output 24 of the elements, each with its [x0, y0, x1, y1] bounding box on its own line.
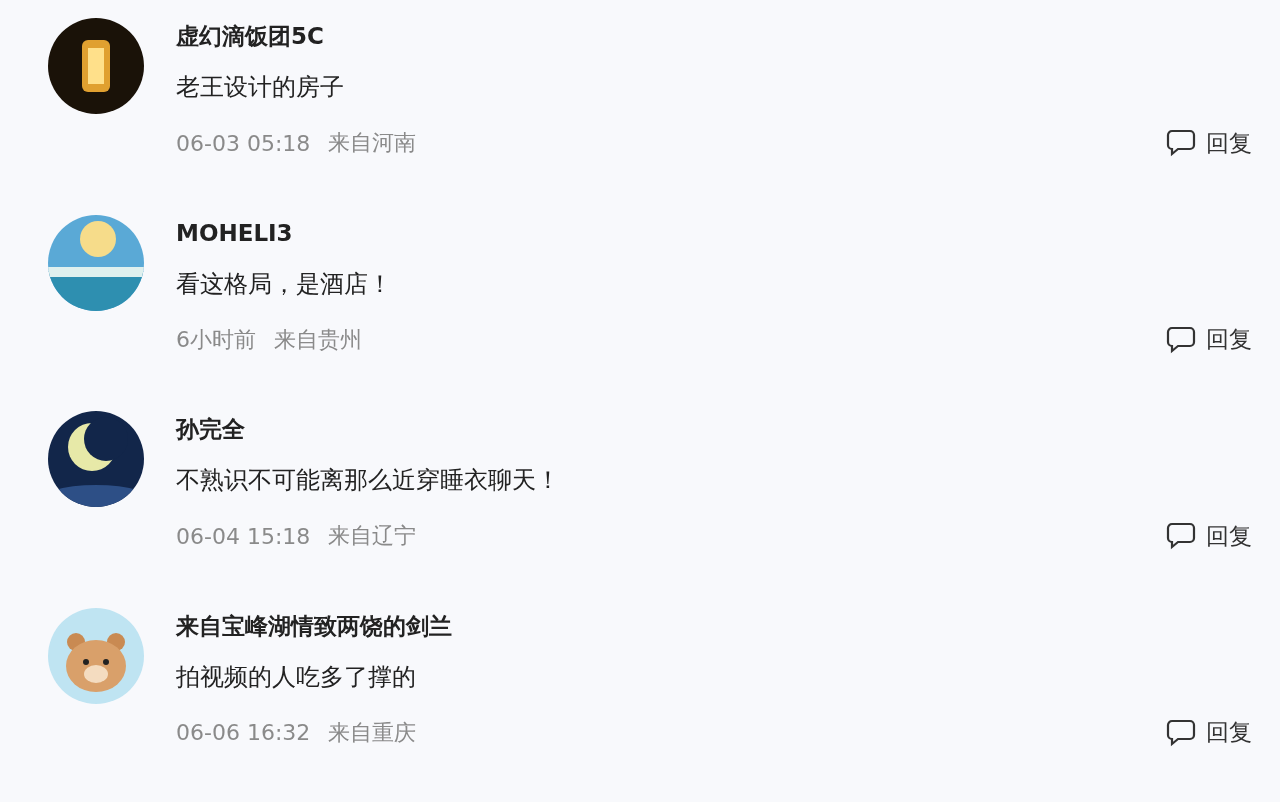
comment-bubble-icon [1166, 718, 1196, 747]
comment-location: 来自贵州 [274, 325, 362, 354]
reply-button[interactable]: 回复 [1166, 127, 1252, 159]
reply-button[interactable]: 回复 [1166, 324, 1252, 355]
reply-button[interactable]: 回复 [1166, 717, 1252, 748]
comment-text: 不熟识不可能离那么近穿睡衣聊天！ [176, 465, 561, 496]
user-name: 虚幻滴饭团5C [176, 22, 325, 51]
comment-text: 看这格局，是酒店！ [176, 268, 393, 300]
reply-button[interactable]: 回复 [1166, 520, 1252, 552]
comment-location: 来自重庆 [328, 718, 417, 747]
user-name: MOHELI3 [176, 218, 294, 248]
comment-bubble-icon [1166, 522, 1196, 550]
comment-time: 06-04 15:18 [176, 523, 311, 549]
comment-text: 拍视频的人吃多了撑的 [176, 661, 417, 693]
comment-time: 06-03 05:18 [176, 130, 311, 156]
user-name: 来自宝峰湖情致两饶的剑兰 [176, 611, 453, 641]
user-name: 孙完全 [176, 415, 246, 444]
comment-location: 来自河南 [328, 129, 417, 157]
comment-location: 来自辽宁 [328, 522, 417, 550]
comment-time: 06-06 16:32 [176, 720, 311, 745]
comment-bubble-icon [1166, 129, 1196, 157]
comment-time: 6小时前 [176, 325, 256, 354]
comment-bubble-icon [1166, 325, 1196, 354]
comment-text: 老王设计的房子 [176, 72, 345, 103]
